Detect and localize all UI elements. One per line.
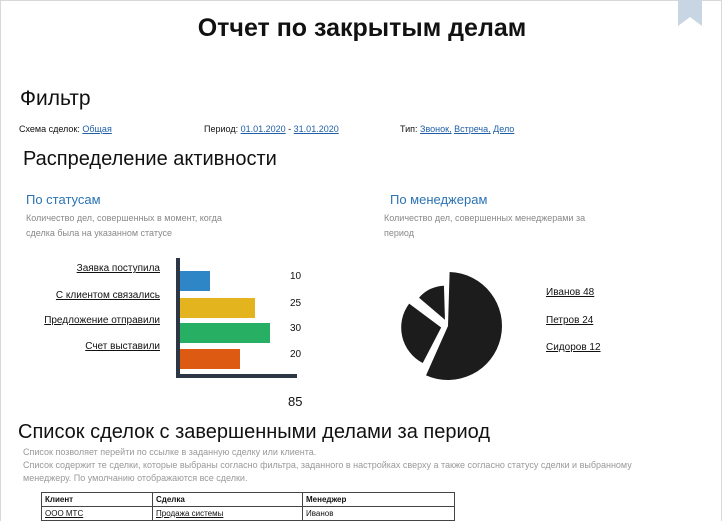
bar-value-label: 20 (290, 349, 302, 360)
pie-legend-item[interactable]: Иванов 48 (546, 287, 594, 298)
bar-value-label: 25 (290, 298, 302, 309)
column-header-client: Клиент (41, 492, 153, 507)
activity-title: Распределение активности (23, 148, 277, 170)
filter-type-call-link[interactable]: Звонок, (420, 124, 452, 134)
deals-note-line: менеджеру. По умолчанию отображаются все… (23, 473, 248, 483)
column-header-manager: Менеджер (302, 492, 455, 507)
pie-legend-item[interactable]: Петров 24 (546, 315, 593, 326)
bar-label[interactable]: Заявка поступила (77, 263, 160, 274)
client-link[interactable]: ООО МТС (45, 509, 83, 518)
filter-period-to-link[interactable]: 31.01.2020 (294, 124, 339, 134)
deal-link[interactable]: Продажа системы (156, 509, 223, 518)
filter-period: Период: 01.01.2020 - 31.01.2020 (204, 124, 339, 134)
bar-chart-total: 85 (288, 394, 303, 409)
pie-legend-item[interactable]: Сидоров 12 (546, 342, 601, 353)
client-cell: ООО МТС (41, 506, 153, 521)
filter-title: Фильтр (20, 87, 91, 110)
filter-period-separator: - (288, 124, 292, 134)
bar-label[interactable]: Предложение отправили (44, 315, 160, 326)
deals-note-line: Список содержит те сделки, которые выбра… (23, 460, 632, 470)
by-status-description-line: сделка была на указанном статусе (26, 228, 172, 238)
filter-type: Тип: Звонок, Встреча, Дело (400, 124, 514, 134)
deal-cell: Продажа системы (152, 506, 303, 521)
filter-scheme: Схема сделок: Общая (19, 124, 112, 134)
bar (180, 271, 210, 291)
filter-period-from-link[interactable]: 01.01.2020 (241, 124, 286, 134)
bar (180, 323, 270, 343)
filter-scheme-link[interactable]: Общая (82, 124, 111, 134)
deals-note: Список позволяет перейти по ссылке в зад… (23, 446, 713, 485)
bar-label[interactable]: С клиентом связались (56, 290, 160, 301)
deals-table: Клиент Сделка Менеджер ООО МТС Продажа с… (41, 492, 455, 521)
page-title: Отчет по закрытым делам (197, 14, 527, 42)
manager-cell: Иванов (302, 506, 455, 521)
by-status-description: Количество дел, совершенных в момент, ко… (26, 211, 222, 241)
filter-period-label: Период: (204, 124, 239, 134)
column-header-deal: Сделка (152, 492, 303, 507)
filter-scheme-label: Схема сделок: (19, 124, 80, 134)
table-row: ООО МТС Продажа системы Иванов (41, 506, 455, 521)
manager-pie-chart (401, 272, 502, 380)
by-manager-description-line: Количество дел, совершенных менеджерами … (384, 213, 586, 223)
by-manager-description: Количество дел, совершенных менеджерами … (384, 211, 585, 241)
bar-value-label: 30 (290, 323, 302, 334)
bar-value-label: 10 (290, 271, 302, 282)
bar (180, 298, 255, 318)
bar (180, 349, 240, 369)
deals-note-line: Список позволяет перейти по ссылке в зад… (23, 447, 317, 457)
deals-header-row: Клиент Сделка Менеджер (41, 492, 455, 507)
by-manager-description-line: период (384, 228, 414, 238)
filter-type-meeting-link[interactable]: Встреча, (454, 124, 491, 134)
by-manager-title: По менеджерам (390, 192, 488, 207)
by-status-title: По статусам (26, 192, 101, 207)
deals-title: Список сделок с завершенными делами за п… (18, 421, 491, 443)
filter-type-label: Тип: (400, 124, 418, 134)
bar-chart-x-axis (176, 374, 297, 378)
bar-label[interactable]: Счет выставили (85, 341, 160, 352)
by-status-description-line: Количество дел, совершенных в момент, ко… (26, 213, 222, 223)
pie-slice (401, 303, 442, 364)
filter-type-task-link[interactable]: Дело (493, 124, 514, 134)
